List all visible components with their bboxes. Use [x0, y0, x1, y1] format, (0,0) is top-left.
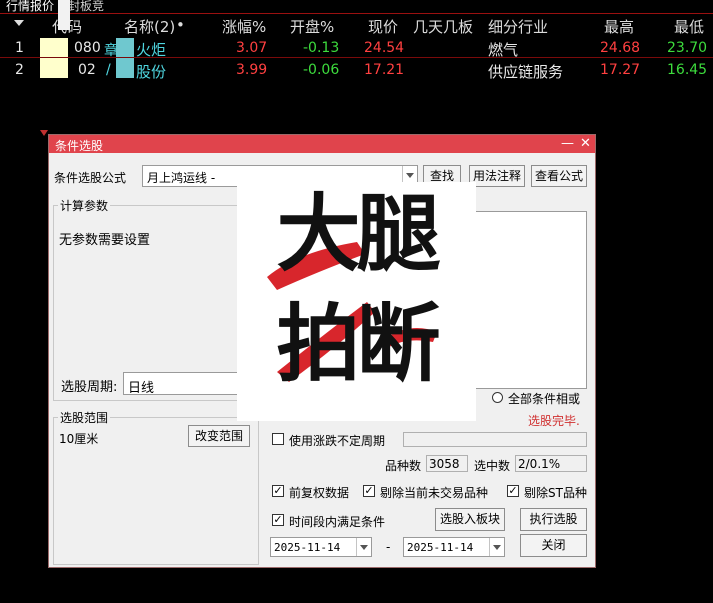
row-index: 1: [15, 40, 24, 56]
formula-value: 月上鸿运线 -: [147, 171, 216, 185]
tab-quote[interactable]: 行情报价: [2, 0, 59, 14]
all-conditions-or-label: 全部条件相或: [508, 392, 581, 406]
row-separator: [0, 57, 713, 58]
time-period-label: 时间段内满足条件: [289, 515, 386, 529]
redaction-block: [40, 38, 68, 78]
exclude-untraded-checkbox[interactable]: ✓: [363, 485, 375, 497]
range-label: 选股范围: [58, 409, 111, 426]
date-from-value: 2025-11-14: [274, 541, 341, 554]
minimize-icon[interactable]: —: [561, 135, 574, 152]
use-period-checkbox[interactable]: [272, 433, 284, 445]
tab-limit-board[interactable]: 封板竞: [64, 0, 108, 13]
calligraphy-overlay: 大腿 拍断: [237, 182, 476, 421]
redaction-block: [116, 38, 134, 78]
row-industry: 供应链服务: [488, 63, 564, 81]
all-conditions-or-radio[interactable]: [492, 392, 503, 403]
top-divider: [0, 13, 713, 14]
time-period-checkbox[interactable]: ✓: [272, 514, 284, 526]
exclude-st-label: 剔除ST品种: [524, 486, 587, 500]
sort-arrow-icon[interactable]: [14, 20, 24, 26]
header-name[interactable]: 名称(2): [124, 16, 175, 37]
dialog-title: 条件选股: [55, 139, 104, 153]
header-price[interactable]: 现价: [368, 16, 398, 37]
header-change-pct[interactable]: 涨幅%: [222, 16, 266, 37]
prev-adj-checkbox[interactable]: ✓: [272, 485, 284, 497]
selected-label: 选中数: [474, 459, 511, 473]
row-open-pct: -0.13: [303, 40, 340, 56]
row-code[interactable]: 080: [74, 40, 101, 56]
use-period-label: 使用涨跌不定周期: [289, 434, 386, 448]
date-from-picker[interactable]: 2025-11-14: [270, 537, 372, 557]
view-formula-button[interactable]: 查看公式: [531, 165, 587, 187]
chevron-down-icon[interactable]: [356, 538, 371, 556]
selected-field: 2/0.1%: [515, 455, 587, 472]
row-open-pct: -0.06: [303, 62, 340, 78]
row-code[interactable]: 02: [78, 62, 96, 78]
date-separator: -: [386, 540, 391, 554]
marker-icon: [40, 130, 48, 136]
params-text: 无参数需要设置: [59, 233, 151, 248]
params-label: 计算参数: [58, 197, 111, 214]
row-change-pct: 3.99: [236, 62, 268, 78]
calligraphy-line2: 拍断: [276, 294, 440, 393]
count-label: 品种数: [385, 459, 422, 473]
selected-value: 2/0.1%: [518, 457, 561, 471]
row-name[interactable]: 股份: [136, 61, 166, 82]
close-icon[interactable]: ✕: [580, 135, 591, 152]
dialog-titlebar[interactable]: 条件选股 — ✕: [49, 135, 595, 153]
formula-label: 条件选股公式: [54, 171, 127, 185]
calligraphy-line1: 大腿: [276, 184, 440, 283]
header-industry[interactable]: 细分行业: [488, 16, 548, 37]
exclude-untraded-label: 剔除当前未交易品种: [380, 486, 489, 500]
row-low: 23.70: [667, 40, 708, 56]
range-value: 10厘米: [59, 432, 99, 446]
row-high: 17.27: [600, 62, 641, 78]
count-field: 3058: [426, 455, 468, 472]
row-high: 24.68: [600, 40, 641, 56]
date-to-value: 2025-11-14: [407, 541, 474, 554]
period-label: 选股周期:: [61, 380, 118, 395]
count-value: 3058: [429, 457, 460, 471]
period-value: 日线: [128, 381, 155, 395]
row-index: 2: [15, 62, 24, 78]
header-dot: •: [176, 16, 185, 34]
row-price: 24.54: [364, 40, 405, 56]
usage-notes-button[interactable]: 用法注释: [469, 165, 525, 187]
change-range-button[interactable]: 改变范围: [188, 425, 250, 447]
prev-adj-label: 前复权数据: [289, 486, 350, 500]
row-change-pct: 3.07: [236, 40, 268, 56]
redaction-block: [58, 0, 70, 30]
chevron-down-icon[interactable]: [489, 538, 504, 556]
add-to-block-button[interactable]: 选股入板块: [435, 508, 505, 531]
row-price: 17.21: [364, 62, 405, 78]
header-high[interactable]: 最高: [604, 16, 634, 37]
period-range-field: [403, 432, 587, 447]
execute-filter-button[interactable]: 执行选股: [520, 508, 587, 531]
row-name-prefix: /: [106, 62, 111, 78]
close-button[interactable]: 关闭: [520, 534, 587, 557]
header-low[interactable]: 最低: [674, 16, 704, 37]
row-low: 16.45: [667, 62, 708, 78]
header-streak[interactable]: 几天几板: [413, 16, 473, 37]
status-text: 选股完毕.: [528, 414, 580, 428]
date-to-picker[interactable]: 2025-11-14: [403, 537, 505, 557]
exclude-st-checkbox[interactable]: ✓: [507, 485, 519, 497]
header-open-pct[interactable]: 开盘%: [290, 16, 334, 37]
